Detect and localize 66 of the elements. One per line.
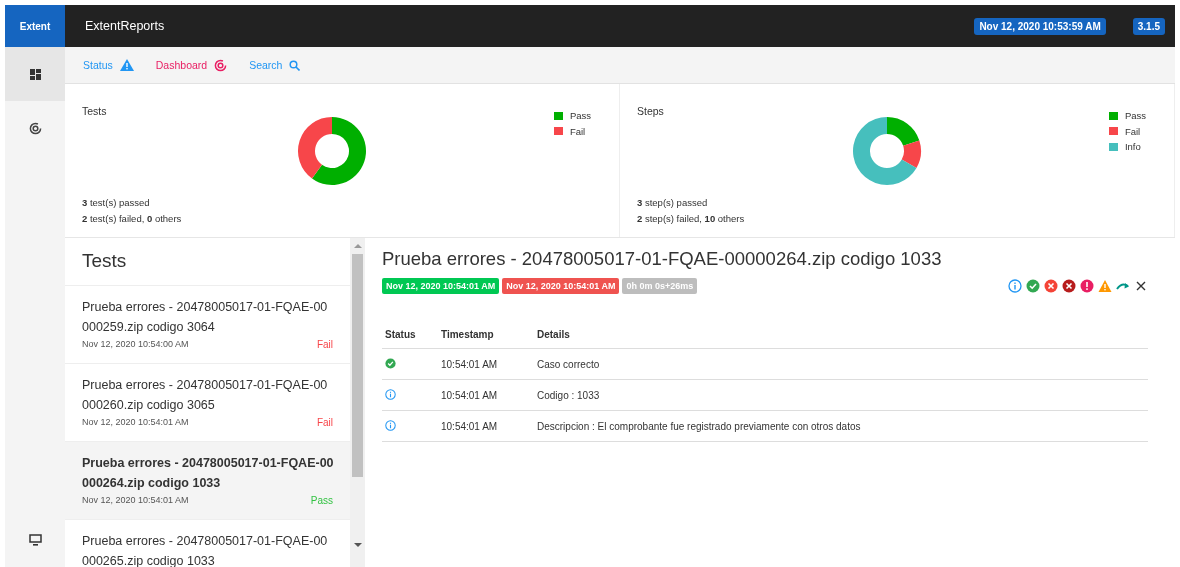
target-icon <box>214 58 228 72</box>
summary-text: 2 test(s) failed, 0 others <box>82 212 182 226</box>
check-icon <box>385 358 396 369</box>
logo: Extent <box>5 5 65 47</box>
legend-label: Info <box>1124 141 1141 153</box>
warning-icon[interactable] <box>1098 279 1112 293</box>
step-timestamp: 10:54:01 AM <box>441 421 498 432</box>
list-heading: Tests <box>65 238 350 286</box>
legend-swatch <box>553 127 563 136</box>
step-details: Codigo : 1033 <box>537 390 600 401</box>
step-timestamp: 10:54:01 AM <box>441 390 498 401</box>
search-icon <box>289 59 301 71</box>
test-name: Prueba errores - 20478005017-01-FQAE-00000264.zip codigo 1033 <box>82 455 334 492</box>
column-header: Status <box>385 329 416 340</box>
legend-label: Pass <box>569 110 591 122</box>
sidebar-item[interactable] <box>5 47 65 101</box>
dashboard-icon <box>29 68 41 80</box>
test-time: Nov 12, 2020 10:54:01 AM <box>82 417 189 428</box>
test-item[interactable]: Prueba errores - 20478005017-01-FQAE-00000265.zip codigo 1033 <box>65 520 350 567</box>
exclamation-icon[interactable] <box>1080 279 1094 293</box>
info-icon <box>385 420 396 431</box>
test-item[interactable]: Prueba errores - 20478005017-01-FQAE-00000259.zip codigo 3064 Nov 12, 2020 10:54:00 AM Fail <box>65 286 350 364</box>
test-title: Prueba errores - 20478005017-01-FQAE-00000264.zip codigo 1033 <box>382 248 943 270</box>
app-title: ExtentReports <box>85 19 166 33</box>
chart-title: Tests <box>82 105 107 117</box>
nav-link[interactable]: Dashboard <box>155 58 228 72</box>
start-time-badge: Nov 12, 2020 10:54:01 AM <box>382 278 500 294</box>
version-badge: 3.1.5 <box>1132 17 1165 35</box>
duration-badge: 0h 0m 0s+26ms <box>622 278 698 294</box>
legend-swatch <box>1108 111 1118 120</box>
test-name: Prueba errores - 20478005017-01-FQAE-00000259.zip codigo 3064 <box>82 299 329 336</box>
summary-text: 3 test(s) passed <box>82 196 151 210</box>
legend-swatch <box>1108 142 1118 151</box>
report-timestamp: Nov 12, 2020 10:53:59 AM <box>974 17 1106 35</box>
scrollbar[interactable] <box>350 238 365 567</box>
summary-text: 3 step(s) passed <box>637 196 709 210</box>
legend-label: Pass <box>1124 110 1146 122</box>
legend-swatch <box>1108 127 1118 136</box>
legend-label: Fail <box>569 125 586 137</box>
close-icon[interactable] <box>1134 279 1148 293</box>
monitor-icon <box>28 534 42 546</box>
test-name: Prueba errores - 20478005017-01-FQAE-00000260.zip codigo 3065 <box>82 377 329 414</box>
x-circle-icon[interactable] <box>1062 279 1076 293</box>
test-status: Fail <box>316 417 333 428</box>
summary-text: 2 step(s) failed, 10 others <box>637 212 745 226</box>
column-header: Details <box>537 329 570 340</box>
check-icon[interactable] <box>1026 279 1040 293</box>
test-item[interactable]: Prueba errores - 20478005017-01-FQAE-00000260.zip codigo 3065 Nov 12, 2020 10:54:01 AM Fail <box>65 364 350 442</box>
info-icon[interactable] <box>1008 279 1022 293</box>
legend-swatch <box>553 111 563 120</box>
column-header: Timestamp <box>441 329 494 340</box>
step-timestamp: 10:54:01 AM <box>441 359 498 370</box>
warning-icon <box>119 59 134 71</box>
test-status: Pass <box>310 495 333 506</box>
info-icon <box>385 389 396 400</box>
test-status: Fail <box>316 339 333 350</box>
x-circle-icon[interactable] <box>1044 279 1058 293</box>
chart-title: Steps <box>637 105 664 117</box>
step-details: Descripcion : El comprobante fue registrado previamente con otros datos <box>537 421 861 432</box>
test-time: Nov 12, 2020 10:54:00 AM <box>82 339 189 350</box>
target-icon <box>28 121 42 135</box>
test-name: Prueba errores - 20478005017-01-FQAE-00000265.zip codigo 1033 <box>82 533 329 567</box>
step-details: Caso correcto <box>537 359 600 370</box>
test-time: Nov 12, 2020 10:54:01 AM <box>82 495 189 506</box>
legend-label: Fail <box>1124 125 1141 137</box>
end-time-badge: Nov 12, 2020 10:54:01 AM <box>502 278 620 294</box>
